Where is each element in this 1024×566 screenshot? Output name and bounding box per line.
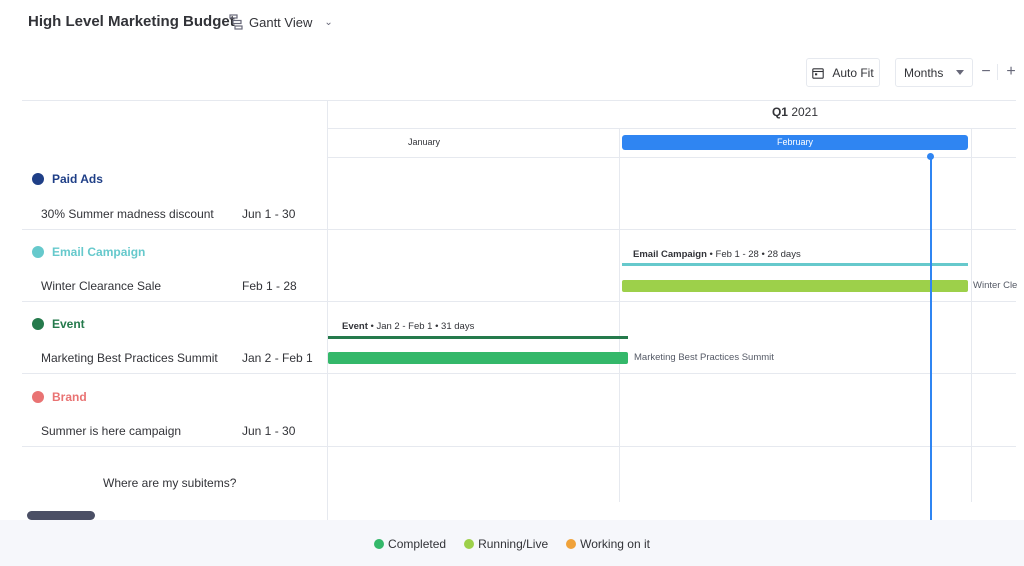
item-date: Feb 1 - 28 bbox=[242, 279, 297, 293]
quarter-year: 2021 bbox=[791, 105, 819, 119]
quarter-label: Q1 2021 bbox=[620, 105, 970, 119]
group-summary-name: Email Campaign bbox=[633, 249, 707, 260]
view-label: Gantt View bbox=[249, 14, 313, 30]
group-summary-email-campaign: Email Campaign • Feb 1 - 28 • 28 days bbox=[633, 249, 801, 261]
caret-down-icon bbox=[956, 70, 964, 75]
group-color-dot bbox=[32, 391, 44, 403]
group-summary-detail: • Jan 2 - Feb 1 • 31 days bbox=[367, 321, 475, 332]
task-bar-label: Winter Cle bbox=[973, 280, 1018, 291]
panel-divider bbox=[327, 100, 328, 520]
calendar-icon bbox=[812, 67, 825, 79]
quarter-name: Q1 bbox=[771, 105, 788, 119]
time-scale-value: Months bbox=[904, 65, 944, 80]
group-span-event[interactable] bbox=[328, 336, 628, 339]
item-name[interactable]: Winter Clearance Sale bbox=[41, 279, 161, 293]
group-separator bbox=[22, 446, 1016, 447]
task-bar-winter-clearance-sale[interactable] bbox=[622, 280, 968, 292]
group-name-brand[interactable]: Brand bbox=[52, 390, 87, 404]
month-header-january[interactable]: January bbox=[328, 137, 520, 147]
legend-label: Completed bbox=[388, 537, 447, 551]
zoom-out-button[interactable]: − bbox=[976, 62, 996, 82]
group-summary-detail: • Feb 1 - 28 • 28 days bbox=[706, 249, 801, 260]
item-date: Jun 1 - 30 bbox=[242, 424, 296, 438]
legend-dot bbox=[464, 539, 475, 549]
subitems-help-link[interactable]: Where are my subitems? bbox=[103, 476, 236, 490]
time-scale-select[interactable]: Months bbox=[895, 58, 973, 87]
group-separator bbox=[22, 373, 1016, 374]
zoom-in-button[interactable]: + bbox=[1001, 62, 1021, 82]
legend-item-completed: Completed bbox=[374, 537, 446, 551]
group-color-dot bbox=[32, 318, 44, 330]
legend-item-running-live: Running/Live bbox=[464, 537, 548, 551]
auto-fit-button[interactable]: Auto Fit bbox=[806, 58, 880, 87]
group-color-dot bbox=[32, 246, 44, 258]
legend-dot bbox=[566, 539, 577, 549]
legend-label: Working on it bbox=[580, 537, 650, 551]
item-name[interactable]: Marketing Best Practices Summit bbox=[41, 351, 218, 365]
legend-label: Running/Live bbox=[478, 537, 549, 551]
group-separator bbox=[22, 301, 1016, 302]
view-switcher[interactable]: Gantt View ⌄ bbox=[229, 12, 333, 32]
group-color-dot bbox=[32, 173, 44, 185]
group-name-event[interactable]: Event bbox=[52, 317, 85, 331]
today-marker-line bbox=[930, 156, 932, 520]
item-name[interactable]: Summer is here campaign bbox=[41, 424, 181, 438]
task-bar-marketing-best-practices-summit[interactable] bbox=[328, 352, 628, 364]
legend-item-working-on-it: Working on it bbox=[566, 537, 650, 551]
today-marker-dot bbox=[927, 153, 934, 160]
gantt-icon bbox=[229, 14, 243, 30]
group-name-paid-ads[interactable]: Paid Ads bbox=[52, 172, 103, 186]
chevron-down-icon: ⌄ bbox=[324, 16, 333, 28]
month-header-february[interactable]: February bbox=[622, 135, 968, 150]
group-summary-name: Event bbox=[342, 321, 368, 332]
board-title[interactable]: High Level Marketing Budget bbox=[28, 12, 235, 32]
group-separator bbox=[22, 229, 1016, 230]
timeline-top-border bbox=[22, 100, 1016, 101]
group-summary-event: Event • Jan 2 - Feb 1 • 31 days bbox=[342, 321, 474, 333]
item-date: Jan 2 - Feb 1 bbox=[242, 351, 313, 365]
legend-dot bbox=[374, 539, 385, 549]
auto-fit-label: Auto Fit bbox=[832, 65, 874, 80]
status-legend: Completed Running/Live Working on it bbox=[0, 537, 1024, 551]
zoom-divider bbox=[997, 64, 998, 80]
month-row-border bbox=[328, 157, 1016, 158]
horizontal-scrollbar[interactable] bbox=[27, 511, 95, 520]
item-date: Jun 1 - 30 bbox=[242, 207, 296, 221]
quarter-row-border bbox=[328, 128, 1016, 129]
group-name-email-campaign[interactable]: Email Campaign bbox=[52, 245, 145, 259]
group-span-email-campaign[interactable] bbox=[622, 263, 968, 266]
task-bar-label: Marketing Best Practices Summit bbox=[634, 352, 774, 363]
item-name[interactable]: 30% Summer madness discount bbox=[41, 207, 214, 221]
